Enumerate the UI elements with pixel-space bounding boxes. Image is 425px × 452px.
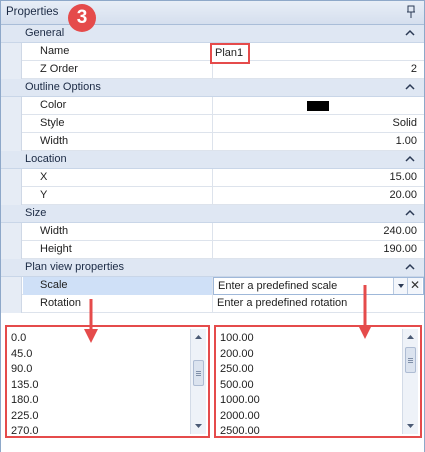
property-label: Color — [40, 99, 67, 111]
scroll-down-icon[interactable] — [192, 419, 205, 433]
category-label: Plan view properties — [25, 261, 125, 273]
scroll-up-icon[interactable] — [192, 330, 205, 344]
property-label: Y — [40, 189, 48, 201]
panel-titlebar: Properties — [1, 1, 424, 25]
property-label: Width — [40, 225, 69, 237]
name-value[interactable]: Plan1 — [215, 47, 243, 59]
list-item[interactable]: 500.00 — [220, 378, 260, 394]
category-label: Location — [25, 153, 67, 165]
list-item[interactable]: 200.00 — [220, 347, 260, 363]
property-label: Z Order — [40, 63, 78, 75]
property-label: Scale — [40, 279, 68, 291]
list-item[interactable]: 1000.00 — [220, 393, 260, 409]
property-row-height[interactable]: Height 190.00 — [1, 241, 424, 259]
arrow-down-icon — [358, 285, 372, 339]
property-row-y[interactable]: Y 20.00 — [1, 187, 424, 205]
category-plan-view-properties[interactable]: Plan view properties — [1, 259, 424, 277]
list-item[interactable]: 100.00 — [220, 331, 260, 347]
property-row-color[interactable]: Color — [1, 97, 424, 115]
scroll-thumb[interactable] — [405, 347, 416, 373]
list-item[interactable]: 250.00 — [220, 362, 260, 378]
rotation-options-list[interactable]: 0.0 45.0 90.0 135.0 180.0 225.0 270.0 — [5, 325, 210, 438]
step-badge: 3 — [68, 4, 96, 32]
chevron-up-icon[interactable] — [405, 154, 415, 164]
list-item[interactable]: 0.0 — [11, 331, 39, 347]
property-value[interactable]: 240.00 — [213, 223, 424, 241]
property-row-style[interactable]: Style Solid — [1, 115, 424, 133]
scroll-thumb[interactable] — [193, 360, 204, 386]
property-value[interactable]: Solid — [213, 115, 424, 133]
properties-panel: Properties 3 General Name Z Order 2 Outl… — [0, 0, 425, 452]
chevron-up-icon[interactable] — [405, 82, 415, 92]
list-item[interactable]: 225.0 — [11, 409, 39, 425]
chevron-up-icon[interactable] — [405, 28, 415, 38]
property-grid: General Name Z Order 2 Outline Options C… — [1, 25, 424, 313]
category-size[interactable]: Size — [1, 205, 424, 223]
panel-title: Properties — [6, 6, 59, 18]
arrow-down-icon — [84, 299, 98, 343]
category-label: Outline Options — [25, 81, 101, 93]
property-label: Style — [40, 117, 65, 129]
category-general[interactable]: General — [1, 25, 424, 43]
list-item[interactable]: 180.0 — [11, 393, 39, 409]
scroll-up-icon[interactable] — [404, 330, 417, 344]
pin-icon[interactable] — [406, 5, 416, 19]
rotation-editor[interactable]: Enter a predefined rotation — [213, 295, 424, 313]
property-row-width[interactable]: Width 1.00 — [1, 133, 424, 151]
property-value[interactable]: 190.00 — [213, 241, 424, 259]
scale-input[interactable]: Enter a predefined scale — [218, 280, 337, 292]
category-location[interactable]: Location — [1, 151, 424, 169]
property-label: X — [40, 171, 48, 183]
category-label: Size — [25, 207, 47, 219]
list-item[interactable]: 90.0 — [11, 362, 39, 378]
chevron-up-icon[interactable] — [405, 262, 415, 272]
color-swatch[interactable] — [307, 101, 329, 111]
chevron-up-icon[interactable] — [405, 208, 415, 218]
property-value[interactable]: 20.00 — [213, 187, 424, 205]
property-value[interactable]: 15.00 — [213, 169, 424, 187]
list-item[interactable]: 45.0 — [11, 347, 39, 363]
property-value[interactable] — [213, 97, 424, 115]
category-outline-options[interactable]: Outline Options — [1, 79, 424, 97]
list-item[interactable]: 2000.00 — [220, 409, 260, 425]
name-value-highlight[interactable]: Plan1 — [210, 43, 250, 64]
scale-editor[interactable]: Enter a predefined scale ✕ — [213, 277, 424, 295]
scroll-down-icon[interactable] — [404, 419, 417, 433]
list-item[interactable]: 270.0 — [11, 424, 39, 440]
vertical-scrollbar[interactable] — [190, 329, 206, 434]
vertical-scrollbar[interactable] — [402, 329, 418, 434]
category-label: General — [25, 27, 65, 39]
property-label: Name — [40, 45, 70, 57]
list-item[interactable]: 135.0 — [11, 378, 39, 394]
property-label: Width — [40, 135, 69, 147]
property-value[interactable]: 1.00 — [213, 133, 424, 151]
property-row-width-size[interactable]: Width 240.00 — [1, 223, 424, 241]
scale-options-list[interactable]: 100.00 200.00 250.00 500.00 1000.00 2000… — [214, 325, 422, 438]
property-label: Rotation — [40, 297, 81, 309]
property-label: Height — [40, 243, 72, 255]
property-row-x[interactable]: X 15.00 — [1, 169, 424, 187]
chevron-down-icon — [398, 284, 404, 288]
dropdown-button[interactable] — [393, 278, 407, 294]
close-icon[interactable]: ✕ — [407, 278, 422, 294]
list-item[interactable]: 2500.00 — [220, 424, 260, 440]
